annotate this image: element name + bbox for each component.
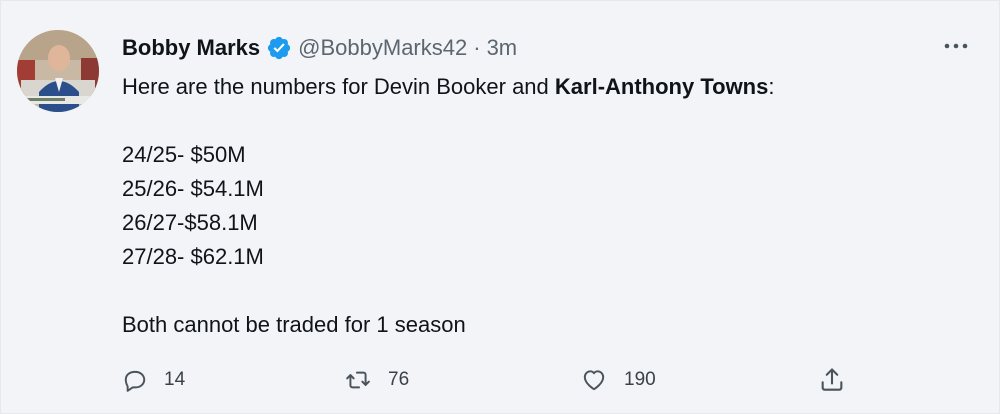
like-button[interactable]: 190 [580,363,656,397]
reply-icon [122,367,148,393]
more-dots-icon[interactable] [941,31,971,61]
avatar-image [17,30,99,112]
share-button[interactable] [818,363,846,397]
reply-count: 14 [164,369,186,390]
tweet-header: Bobby Marks @BobbyMarks42 · 3m [122,31,517,65]
display-name[interactable]: Bobby Marks [122,35,260,61]
tweet-text: Here are the numbers for Devin Booker an… [122,70,774,342]
tweet-card[interactable]: Bobby Marks @BobbyMarks42 · 3m Here are … [0,0,1000,414]
reply-button[interactable]: 14 [122,363,185,397]
contract-line: 25/26- $54.1M [122,176,264,201]
intro-bold-name: Karl-Anthony Towns [554,74,769,99]
heart-icon [580,367,608,393]
tweet-actions: 14 76 190 [122,363,862,397]
user-handle[interactable]: @BobbyMarks42 [298,35,467,61]
contract-line: 24/25- $50M [122,142,246,167]
like-count: 190 [624,369,656,390]
separator-dot: · [473,35,481,60]
contract-line: 27/28- $62.1M [122,244,264,269]
tweet-intro-line: Here are the numbers for Devin Booker an… [122,70,774,104]
contract-line: 26/27-$58.1M [122,210,258,235]
share-icon [818,366,846,394]
retweet-count: 76 [388,369,410,390]
retweet-button[interactable]: 76 [344,363,409,397]
retweet-icon [344,367,372,393]
intro-prefix: Here are the numbers for Devin Booker an… [122,74,555,99]
avatar[interactable] [17,30,99,112]
closing-line: Both cannot be traded for 1 season [122,312,466,337]
timestamp[interactable]: 3m [487,35,518,61]
intro-suffix: : [768,74,775,99]
verified-badge-icon [266,35,292,61]
